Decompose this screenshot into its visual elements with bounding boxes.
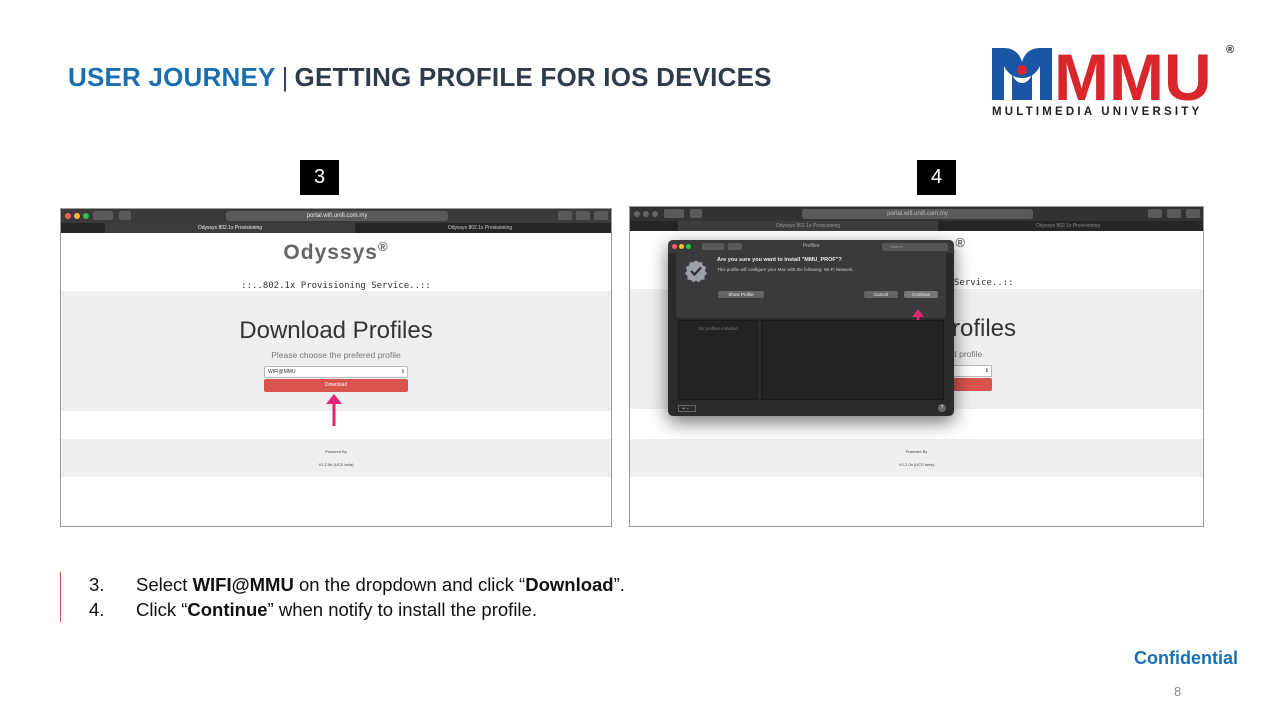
- instruction-step-3: 3. Select WIFI@MMU on the dropdown and cl…: [89, 574, 625, 595]
- title-separator: |: [281, 62, 289, 92]
- share-icon[interactable]: [1167, 209, 1181, 218]
- install-question: Are you sure you want to install "MMU_PR…: [717, 257, 842, 263]
- close-window-icon[interactable]: [634, 211, 640, 217]
- screenshot-step-3: portal.wifi.unifi.com.my Odyssys 802.1x …: [60, 208, 612, 527]
- slide-title: USER JOURNEY | GETTING PROFILE FOR IOS DEV…: [68, 62, 772, 93]
- browser-toolbar: portal.wifi.unifi.com.my: [61, 209, 611, 223]
- download-icon[interactable]: [1148, 209, 1162, 218]
- tab-2[interactable]: Odyssys 802.1x Provisioning: [938, 221, 1198, 231]
- page-number: 8: [1174, 684, 1182, 699]
- title-part-1: USER JOURNEY: [68, 62, 276, 92]
- logo-registered-mark: ®: [1226, 44, 1235, 56]
- address-bar[interactable]: portal.wifi.unifi.com.my: [802, 209, 1033, 219]
- profile-select-partial[interactable]: ⇕: [952, 365, 992, 377]
- step-4-label: 4: [917, 160, 956, 195]
- version-label: V1.2.0b (UCS beta): [318, 462, 354, 467]
- download-profiles-heading-partial: rofiles: [952, 315, 1017, 342]
- sidebar-icon[interactable]: [119, 211, 131, 220]
- tab-1[interactable]: Odyssys 802.1x Provisioning: [105, 223, 355, 233]
- step-3-label: 3: [300, 160, 339, 195]
- mmu-logo: MMU ® MULTIMEDIA UNIVERSITY: [990, 40, 1240, 124]
- download-button-partial[interactable]: [952, 378, 992, 391]
- no-profiles-label: No profiles installed: [698, 326, 738, 331]
- continue-button[interactable]: Continue: [904, 291, 938, 298]
- profile-detail-pane: [761, 320, 944, 400]
- minimize-window-icon[interactable]: [643, 211, 649, 217]
- service-subtitle-partial: Service..::: [954, 278, 1014, 288]
- verified-badge-icon: [685, 260, 707, 283]
- powered-by: Powered By: [325, 449, 347, 454]
- share-icon[interactable]: [576, 211, 590, 220]
- back-forward-icon[interactable]: [93, 211, 113, 220]
- footer-band: [61, 439, 611, 477]
- tab-bar: Odyssys 802.1x Provisioning Odyssys 802.…: [61, 223, 611, 233]
- pointer-arrow-icon: [326, 394, 342, 426]
- download-button[interactable]: Download: [264, 379, 408, 392]
- service-subtitle: ::..802.1x Provisioning Service..::: [241, 281, 431, 291]
- cancel-button[interactable]: Cancel: [864, 291, 898, 298]
- title-part-2: GETTING PROFILE FOR IOS DEVICES: [294, 62, 772, 92]
- version-label: V1.2.0b (UCS beta): [899, 462, 934, 467]
- show-profile-button[interactable]: Show Profile: [718, 291, 764, 298]
- back-forward-icon[interactable]: [664, 209, 684, 218]
- profiles-install-dialog: Profiles Search Are you sure you want to…: [668, 240, 954, 416]
- download-icon[interactable]: [558, 211, 572, 220]
- mmu-logo-mark: MMU: [992, 40, 1212, 114]
- confidential-label: Confidential: [1134, 648, 1238, 668]
- tab-bar: Odyssys 802.1x Provisioning Odyssys 802.…: [630, 221, 1203, 231]
- profile-select[interactable]: WIFI@MMU ⇕: [264, 366, 408, 378]
- address-bar[interactable]: portal.wifi.unifi.com.my: [226, 211, 448, 221]
- close-window-icon[interactable]: [65, 213, 71, 219]
- install-description: This profile will configure your Mac wit…: [717, 267, 854, 272]
- odyssys-brand: Odyssys®: [283, 239, 389, 264]
- logo-text: MMU: [1054, 44, 1212, 106]
- select-arrow-icon: ⇕: [400, 369, 405, 375]
- powered-by: Powered By: [905, 449, 928, 454]
- tabs-icon[interactable]: [594, 211, 608, 220]
- logo-subtitle: MULTIMEDIA UNIVERSITY: [992, 106, 1203, 118]
- dialog-search-input[interactable]: Search: [882, 243, 948, 251]
- maximize-window-icon[interactable]: [83, 213, 89, 219]
- add-remove-profile-button[interactable]: + −: [678, 405, 696, 412]
- instructions-list: 3. Select WIFI@MMU on the dropdown and cl…: [60, 572, 960, 622]
- download-profiles-subheading-partial: d profile: [952, 349, 983, 359]
- dialog-titlebar: Profiles Search: [668, 240, 954, 253]
- instruction-step-4: 4. Click “Continue” when notify to instal…: [89, 599, 537, 620]
- profile-select-value: WIFI@MMU: [268, 369, 296, 375]
- minimize-window-icon[interactable]: [74, 213, 80, 219]
- screenshot-step-4: portal.wifi.unifi.com.my Odyssys 802.1x …: [629, 206, 1204, 527]
- confirmation-sheet: Are you sure you want to install "MMU_PR…: [676, 253, 946, 318]
- download-profiles-heading: Download Profiles: [239, 317, 433, 344]
- tabs-icon[interactable]: [1186, 209, 1200, 218]
- tab-1[interactable]: Odyssys 802.1x Provisioning: [678, 221, 938, 231]
- download-profiles-subheading: Please choose the prefered profile: [271, 350, 401, 360]
- footer-band: [630, 439, 1203, 477]
- browser-toolbar: portal.wifi.unifi.com.my: [630, 207, 1203, 221]
- sidebar-icon[interactable]: [690, 209, 702, 218]
- help-icon[interactable]: ?: [938, 404, 946, 412]
- profiles-list-pane: No profiles installed: [678, 320, 758, 400]
- maximize-window-icon[interactable]: [652, 211, 658, 217]
- tab-2[interactable]: Odyssys 802.1x Provisioning: [355, 223, 605, 233]
